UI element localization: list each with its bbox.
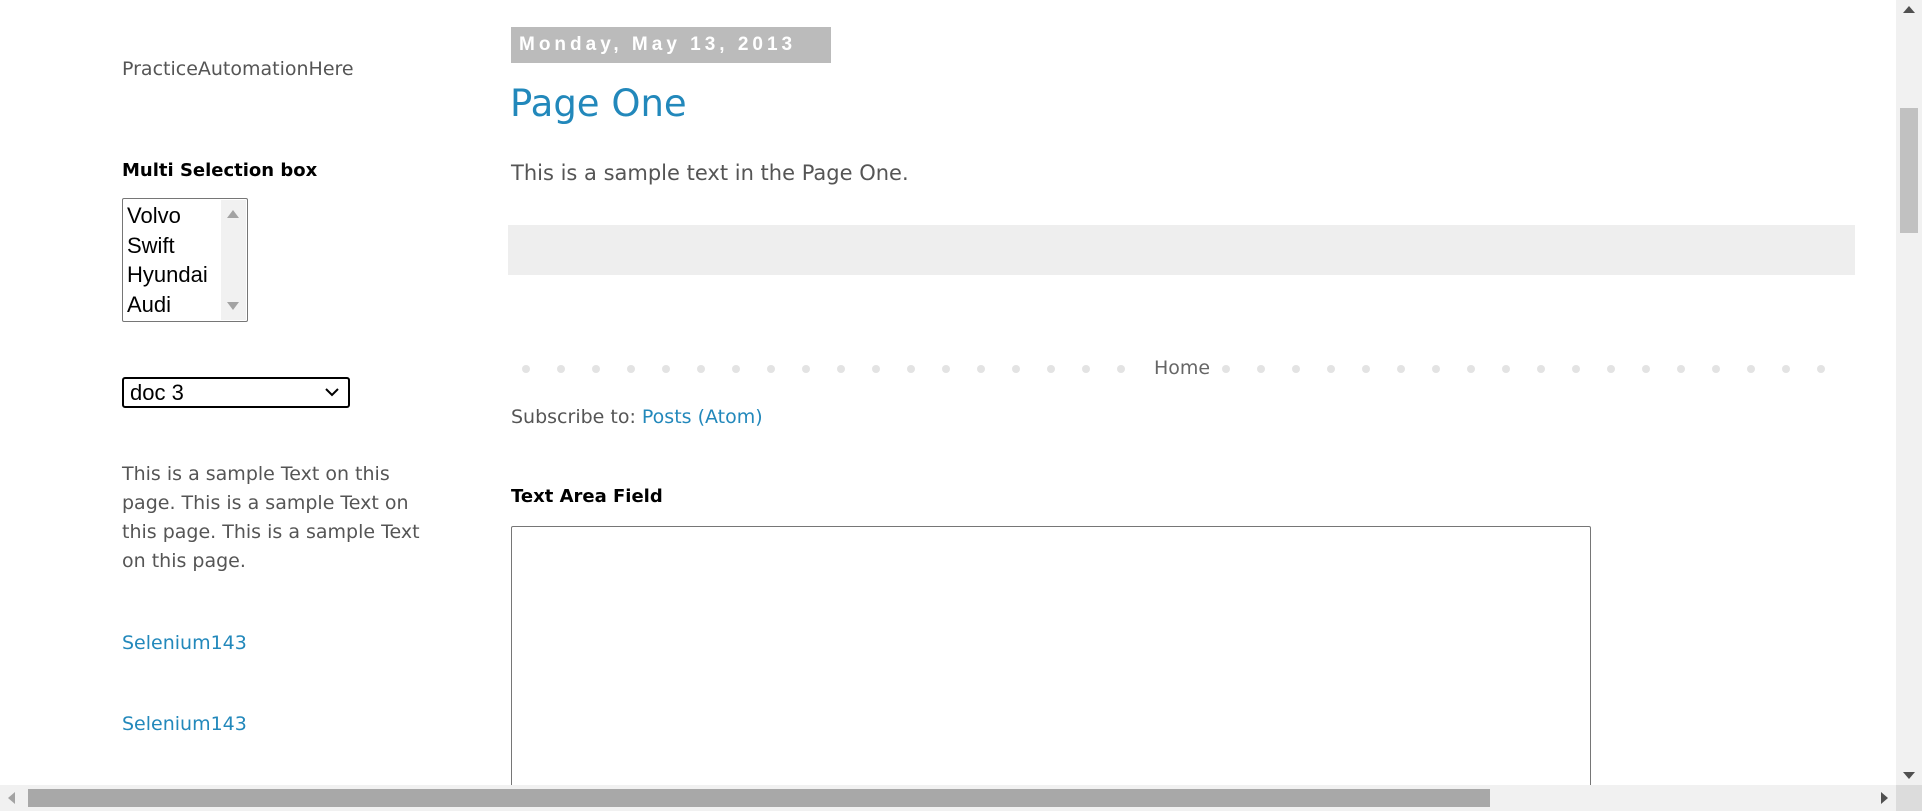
arrow-up-icon[interactable]	[227, 210, 239, 218]
pager-dot	[557, 365, 565, 373]
pager-dot	[627, 365, 635, 373]
pager-dot	[1677, 365, 1685, 373]
pager-dot	[1502, 365, 1510, 373]
pager-dot	[1432, 365, 1440, 373]
post-title[interactable]: Page One	[510, 82, 687, 125]
pager-dot	[977, 365, 985, 373]
pager-dot	[1012, 365, 1020, 373]
pager-dot	[1572, 365, 1580, 373]
subscribe-line: Subscribe to: Posts (Atom)	[511, 406, 763, 428]
scroll-down-arrow-icon[interactable]	[1903, 772, 1915, 779]
sidebar-text-widget: This is a sample Text on this page. This…	[122, 463, 420, 572]
pager-dot	[697, 365, 705, 373]
browser-viewport: PracticeAutomationHere Multi Selection b…	[0, 0, 1922, 811]
listbox-option-hyundai[interactable]: Hyundai	[127, 260, 208, 290]
listbox-option-swift[interactable]: Swift	[127, 231, 208, 261]
pager-dot	[802, 365, 810, 373]
post-body: This is a sample text in the Page One.	[511, 161, 909, 185]
pager-dot	[1257, 365, 1265, 373]
sidebar-link-selenium143[interactable]: Selenium143	[122, 632, 247, 654]
pager-dot	[592, 365, 600, 373]
listbox-scrollbar[interactable]	[221, 200, 246, 320]
document-dropdown[interactable]: doc 3	[122, 377, 350, 408]
page-content: PracticeAutomationHere Multi Selection b…	[0, 0, 1896, 785]
pager-dot	[1642, 365, 1650, 373]
text-area-field[interactable]	[511, 526, 1591, 785]
home-link[interactable]: Home	[1154, 357, 1210, 379]
pager-dot	[662, 365, 670, 373]
scroll-up-arrow-icon[interactable]	[1903, 6, 1915, 13]
scroll-right-arrow-icon[interactable]	[1881, 792, 1888, 804]
posts-atom-link[interactable]: Posts (Atom)	[642, 406, 763, 428]
blog-title: PracticeAutomationHere	[122, 58, 354, 80]
post-footer	[508, 225, 1855, 275]
pager-dot	[1327, 365, 1335, 373]
pager-dot	[1782, 365, 1790, 373]
dropdown-selected-value: doc 3	[130, 380, 184, 405]
date-header: Monday, May 13, 2013	[511, 27, 831, 63]
pager-dot	[942, 365, 950, 373]
text-area-heading: Text Area Field	[511, 486, 663, 507]
arrow-down-icon[interactable]	[227, 302, 239, 310]
pager-dot	[1467, 365, 1475, 373]
pager-dot	[1047, 365, 1055, 373]
pager-dot	[522, 365, 530, 373]
pager-dot	[1537, 365, 1545, 373]
horizontal-scroll-thumb[interactable]	[28, 789, 1490, 807]
pager-dot	[767, 365, 775, 373]
pager-dot	[732, 365, 740, 373]
listbox-option-volvo[interactable]: Volvo	[127, 201, 208, 231]
subscribe-label: Subscribe to:	[511, 406, 642, 428]
sidebar-link-selenium143-2[interactable]: Selenium143	[122, 713, 247, 735]
scroll-left-arrow-icon[interactable]	[8, 792, 15, 804]
vertical-scroll-thumb[interactable]	[1900, 108, 1918, 233]
scrollbar-corner	[1896, 785, 1922, 811]
chevron-down-icon	[325, 388, 339, 397]
multi-select-heading: Multi Selection box	[122, 160, 318, 181]
pager-dot	[1817, 365, 1825, 373]
listbox-option-audi[interactable]: Audi	[127, 290, 208, 320]
pager-dot	[1712, 365, 1720, 373]
pager-dot	[837, 365, 845, 373]
pager-dot	[1117, 365, 1125, 373]
pager-dot	[1362, 365, 1370, 373]
pager-dot	[1607, 365, 1615, 373]
vertical-scrollbar[interactable]	[1896, 0, 1922, 785]
pager-dot	[1082, 365, 1090, 373]
horizontal-scrollbar[interactable]	[0, 785, 1896, 811]
multi-selection-listbox[interactable]: Volvo Swift Hyundai Audi	[122, 198, 248, 322]
pager-dot	[1747, 365, 1755, 373]
pager-dot	[1292, 365, 1300, 373]
pager-dot	[1397, 365, 1405, 373]
pager-dot	[1222, 365, 1230, 373]
pager-dot	[872, 365, 880, 373]
pager-dot	[907, 365, 915, 373]
